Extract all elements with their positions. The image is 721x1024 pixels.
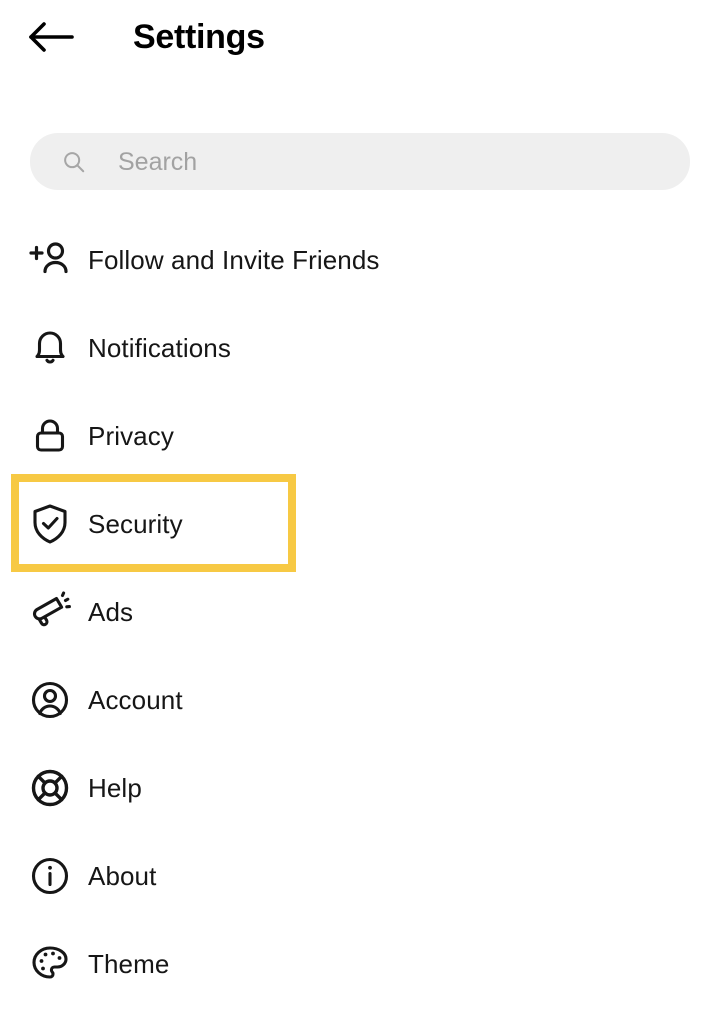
add-person-icon	[26, 236, 74, 284]
settings-row-label: Notifications	[88, 333, 231, 363]
header-bar: Settings	[0, 0, 721, 80]
settings-row-account[interactable]: Account	[0, 656, 721, 744]
back-arrow-icon	[27, 20, 75, 54]
settings-row-label: Privacy	[88, 421, 174, 451]
settings-row-label: Theme	[88, 949, 170, 979]
search-icon	[62, 150, 86, 174]
settings-row-label: Ads	[88, 597, 134, 627]
bell-icon	[26, 324, 74, 372]
settings-row-about[interactable]: About	[0, 832, 721, 920]
settings-row-ads[interactable]: Ads	[0, 568, 721, 656]
settings-row-follow-and-invite-friends[interactable]: Follow and Invite Friends	[0, 216, 721, 304]
page-title: Settings	[133, 18, 265, 56]
settings-row-label: Account	[88, 685, 183, 715]
settings-row-theme[interactable]: Theme	[0, 920, 721, 1008]
settings-row-privacy[interactable]: Privacy	[0, 392, 721, 480]
settings-row-label: Security	[88, 509, 183, 539]
settings-row-label: About	[88, 861, 157, 891]
settings-list: Follow and Invite Friends Notifications …	[0, 216, 721, 1008]
settings-row-security[interactable]: Security	[0, 480, 721, 568]
lock-icon	[26, 412, 74, 460]
megaphone-icon	[26, 588, 74, 636]
settings-row-notifications[interactable]: Notifications	[0, 304, 721, 392]
info-circle-icon	[26, 852, 74, 900]
search-placeholder: Search	[118, 147, 198, 176]
palette-icon	[26, 940, 74, 988]
lifebuoy-icon	[26, 764, 74, 812]
settings-row-label: Help	[88, 773, 142, 803]
settings-row-help[interactable]: Help	[0, 744, 721, 832]
shield-check-icon	[26, 500, 74, 548]
search-input[interactable]: Search	[30, 133, 690, 190]
back-button[interactable]	[24, 14, 78, 60]
person-circle-icon	[26, 676, 74, 724]
settings-row-label: Follow and Invite Friends	[88, 245, 380, 275]
